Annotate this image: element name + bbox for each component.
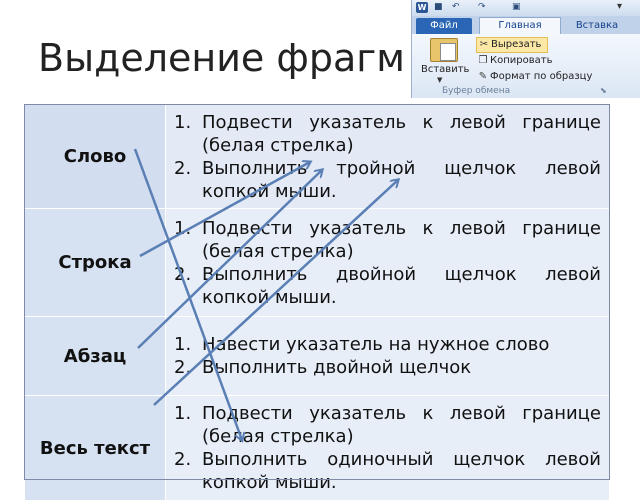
list-number: 2. — [174, 263, 192, 285]
ribbon-snippet: W ■ ↶ ↷ ▣ ▾ Файл Главная Вставка Вставит… — [411, 0, 640, 98]
cut-label: Вырезать — [491, 39, 542, 50]
selection-table: Слово 1. Подвести указатель к левой грани… — [24, 104, 610, 501]
steps-cell: 1. Подвести указатель к левой границе (бе… — [165, 104, 610, 209]
clipboard-group: Вставить ▼ ✂ Вырезать ❐ Копировать ✎ Формат… — [412, 34, 640, 98]
list-number: 1. — [174, 217, 192, 239]
steps-cell: 1. Навести указатель на нужное слово 2. Вы… — [165, 316, 610, 396]
list-item: 2. Выполнить тройной щелчок левой копкой … — [174, 157, 601, 203]
word-logo-icon: W — [416, 2, 428, 13]
step-text: Выполнить двойной щелчок левой копкой мы… — [202, 263, 601, 308]
chevron-down-icon[interactable]: ▼ — [437, 76, 442, 84]
list-item: 2. Выполнить одиночный щелчок левой копко… — [174, 448, 601, 494]
list-number: 2. — [174, 449, 192, 470]
step-text: Выполнить двойной щелчок — [202, 357, 472, 378]
step-text: Подвести указатель к левой границе (бела… — [202, 217, 601, 262]
slide-title: Выделение фрагм — [38, 36, 405, 80]
scissors-icon: ✂ — [479, 39, 489, 50]
format-painter-button[interactable]: ✎ Формат по образцу — [476, 70, 593, 84]
list-number: 1. — [174, 334, 192, 355]
undo-icon[interactable]: ↶ — [452, 3, 462, 12]
copy-button[interactable]: ❐ Копировать — [476, 54, 553, 68]
step-text: Подвести указатель к левой границе (бела… — [202, 403, 601, 447]
term-cell: Слово — [24, 104, 166, 209]
step-text: Выполнить одиночный щелчок левой копкой … — [202, 449, 601, 493]
list-number: 2. — [174, 357, 192, 378]
table-row: Абзац 1. Навести указатель на нужное слов… — [24, 316, 610, 396]
table-row: Строка 1. Подвести указатель к левой гран… — [24, 208, 610, 317]
step-text: Выполнить тройной щелчок левой копкой мы… — [202, 157, 601, 202]
list-item: 2. Выполнить двойной щелчок — [174, 356, 601, 379]
list-number: 2. — [174, 157, 192, 179]
list-item: 2. Выполнить двойной щелчок левой копкой … — [174, 263, 601, 309]
steps-list: 1. Подвести указатель к левой границе (бе… — [174, 217, 601, 309]
steps-list: 1. Подвести указатель к левой границе (бе… — [174, 111, 601, 203]
term-cell: Строка — [24, 208, 166, 317]
paste-button-label[interactable]: Вставить — [421, 64, 469, 75]
list-number: 1. — [174, 403, 192, 424]
paste-icon[interactable] — [430, 38, 458, 62]
quick-access-toolbar: W ■ ↶ ↷ ▣ ▾ — [412, 0, 640, 16]
step-text: Подвести указатель к левой границе (бела… — [202, 111, 601, 156]
list-item: 1. Навести указатель на нужное слово — [174, 333, 601, 356]
table-row: Весь текст 1. Подвести указатель к левой … — [24, 395, 610, 501]
step-text: Навести указатель на нужное слово — [202, 334, 550, 355]
dialog-launcher-icon[interactable]: ⬊ — [600, 86, 607, 95]
steps-list: 1. Навести указатель на нужное слово 2. Вы… — [174, 333, 601, 379]
customize-qat-icon[interactable]: ▾ — [617, 1, 622, 12]
steps-list: 1. Подвести указатель к левой границе (бе… — [174, 402, 601, 494]
format-painter-label: Формат по образцу — [490, 71, 593, 82]
term-cell: Абзац — [24, 316, 166, 396]
cut-button[interactable]: ✂ Вырезать — [476, 37, 549, 53]
print-preview-icon[interactable]: ▣ — [512, 3, 522, 12]
table-row: Слово 1. Подвести указатель к левой грани… — [24, 104, 610, 209]
tab-file[interactable]: Файл — [416, 18, 472, 34]
list-item: 1. Подвести указатель к левой границе (бе… — [174, 217, 601, 263]
list-number: 1. — [174, 111, 192, 133]
ribbon-tabs: Файл Главная Вставка — [412, 16, 640, 34]
format-painter-icon: ✎ — [478, 71, 488, 82]
list-item: 1. Подвести указатель к левой границе (бе… — [174, 111, 601, 157]
term-cell: Весь текст — [24, 395, 166, 501]
redo-icon[interactable]: ↷ — [478, 3, 488, 12]
copy-icon: ❐ — [478, 55, 488, 66]
tab-insert[interactable]: Вставка — [562, 18, 632, 34]
steps-cell: 1. Подвести указатель к левой границе (бе… — [165, 395, 610, 501]
steps-cell: 1. Подвести указатель к левой границе (бе… — [165, 208, 610, 317]
save-icon[interactable]: ■ — [434, 3, 444, 12]
tab-home[interactable]: Главная — [479, 17, 561, 34]
list-item: 1. Подвести указатель к левой границе (бе… — [174, 402, 601, 448]
copy-label: Копировать — [490, 55, 553, 66]
group-label: Буфер обмена — [442, 86, 511, 96]
